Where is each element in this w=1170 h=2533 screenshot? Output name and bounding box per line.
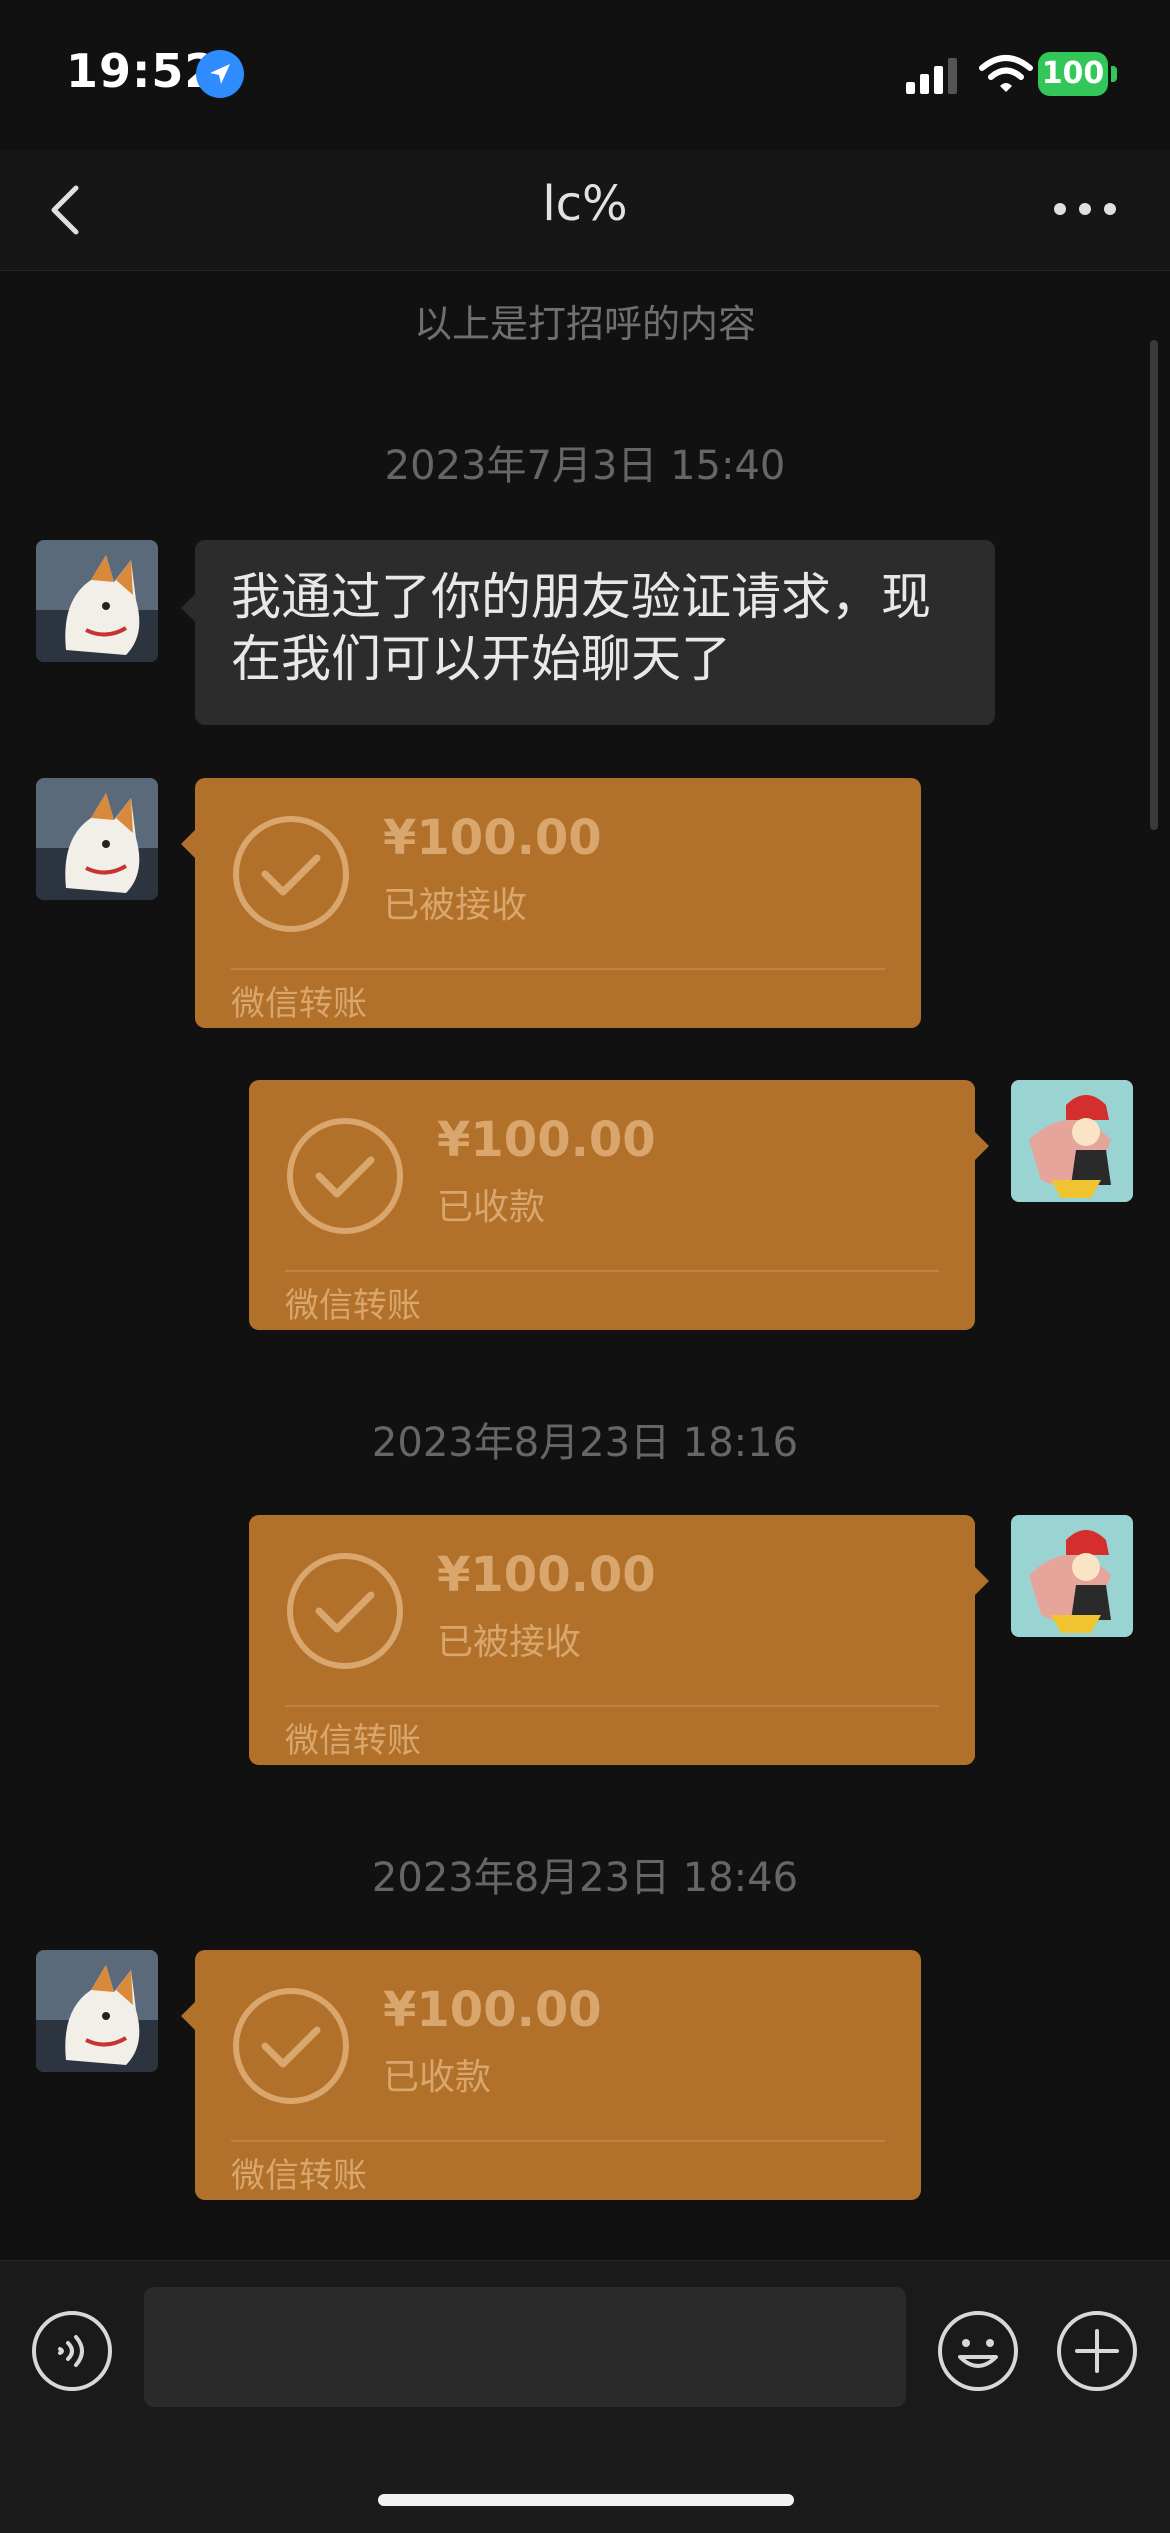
text-message-bubble[interactable]: 我通过了你的朋友验证请求，现在我们可以开始聊天了 <box>181 540 995 725</box>
scrollbar[interactable] <box>1150 340 1158 830</box>
battery-icon: 100 <box>1038 52 1118 96</box>
emoji-icon[interactable] <box>936 2309 1020 2393</box>
transfer-status: 已被接收 <box>437 1622 582 1663</box>
transfer-amount: ¥100.00 <box>437 1112 656 1168</box>
timestamp: 2023年8月23日 18:16 <box>371 1420 799 1466</box>
transfer-amount: ¥100.00 <box>383 1982 602 2038</box>
check-circle-icon <box>285 1116 405 1236</box>
divider <box>285 1705 939 1707</box>
more-dots-icon[interactable] <box>1050 194 1120 224</box>
transfer-card[interactable]: ¥100.00 已收款 微信转账 <box>181 1950 921 2200</box>
text-message: 我通过了你的朋友验证请求，现在我们可以开始聊天了 <box>231 568 931 688</box>
transfer-label: 微信转账 <box>285 1286 421 1326</box>
location-arrow-icon <box>196 50 244 98</box>
contact-avatar[interactable] <box>36 1950 158 2072</box>
divider <box>231 968 885 970</box>
nav-bar: lc% <box>0 150 1170 271</box>
check-circle-icon <box>285 1551 405 1671</box>
transfer-amount: ¥100.00 <box>437 1547 656 1603</box>
timestamp: 2023年8月23日 18:46 <box>371 1855 799 1901</box>
transfer-status: 已收款 <box>437 1187 546 1228</box>
transfer-label: 微信转账 <box>231 984 367 1024</box>
transfer-amount: ¥100.00 <box>383 810 602 866</box>
transfer-card[interactable]: ¥100.00 已被接收 微信转账 <box>181 778 921 1028</box>
contact-avatar[interactable] <box>36 540 158 662</box>
signal-icon <box>904 56 962 96</box>
divider <box>285 1270 939 1272</box>
message-input[interactable] <box>144 2287 906 2407</box>
contact-avatar[interactable] <box>36 778 158 900</box>
transfer-status: 已被接收 <box>383 885 528 926</box>
my-avatar[interactable] <box>1011 1515 1133 1637</box>
transfer-label: 微信转账 <box>285 1721 421 1761</box>
home-indicator[interactable] <box>378 2494 794 2506</box>
voice-icon[interactable] <box>30 2309 114 2393</box>
transfer-card[interactable]: ¥100.00 已被接收 微信转账 <box>249 1515 989 1765</box>
divider <box>231 2140 885 2142</box>
system-note: 以上是打招呼的内容 <box>413 302 756 346</box>
status-bar: 19:52 100 <box>0 0 1170 150</box>
check-circle-icon <box>231 1986 351 2106</box>
chat-title: lc% <box>542 176 628 232</box>
input-bar <box>0 2260 1170 2533</box>
check-circle-icon <box>231 814 351 934</box>
transfer-status: 已收款 <box>383 2057 492 2098</box>
transfer-label: 微信转账 <box>231 2156 367 2196</box>
plus-icon[interactable] <box>1055 2309 1139 2393</box>
timestamp: 2023年7月3日 15:40 <box>384 443 786 489</box>
my-avatar[interactable] <box>1011 1080 1133 1202</box>
battery-level: 100 <box>1041 56 1105 91</box>
transfer-card[interactable]: ¥100.00 已收款 微信转账 <box>249 1080 989 1330</box>
status-time: 19:52 <box>66 44 218 98</box>
wifi-icon <box>978 52 1034 96</box>
